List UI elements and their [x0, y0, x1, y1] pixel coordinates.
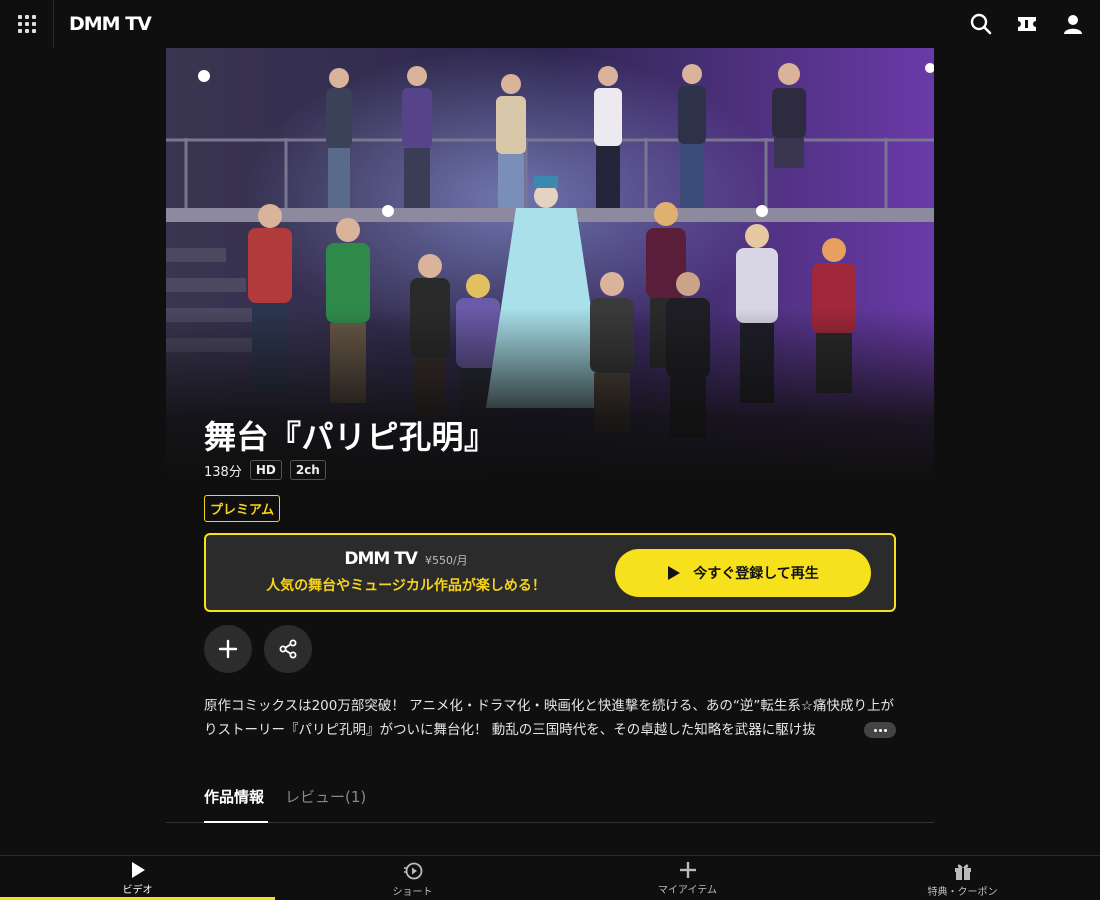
nav-short-label: ショート	[392, 887, 433, 898]
tab-work-info[interactable]: 作品情報	[204, 786, 264, 807]
content-tabs: 作品情報 レビュー(1)	[166, 782, 934, 823]
plus-icon	[679, 862, 696, 878]
page-title: 舞台『パリピ孔明』	[204, 418, 497, 456]
nav-short[interactable]: ショート	[275, 856, 550, 900]
more-dots-icon	[873, 728, 877, 732]
audio-badge: 2ch	[289, 460, 326, 480]
tab-reviews[interactable]: レビュー(1)	[285, 786, 366, 807]
nav-video[interactable]: ビデオ	[0, 856, 275, 900]
hd-badge: HD	[249, 460, 282, 480]
subscribe-play-label: 今すぐ登録して再生	[693, 566, 819, 582]
work-meta: 138分 HD 2ch	[204, 460, 326, 480]
play-icon	[131, 862, 145, 878]
gift-icon	[954, 864, 971, 880]
duration: 138分	[204, 464, 242, 480]
nav-coupon[interactable]: 特典・クーポン	[825, 856, 1100, 900]
grid-menu-button[interactable]	[0, 0, 54, 48]
share-icon	[279, 639, 297, 659]
search-icon[interactable]	[968, 11, 994, 37]
promo-logo: DMM TV	[344, 549, 418, 569]
description: 原作コミックスは200万部突破！ アニメ化・ドラマ化・映画化と快進撃を続ける、あ…	[204, 698, 894, 738]
dmm-tv-logo[interactable]: DMM TV	[69, 13, 152, 35]
more-button[interactable]	[864, 722, 896, 738]
nav-my-items-label: マイアイテム	[658, 885, 717, 896]
promo-text: 人気の舞台やミュージカル作品が楽しめる！	[266, 578, 546, 594]
tab-active-indicator	[204, 821, 268, 823]
nav-my-items[interactable]: マイアイテム	[550, 856, 825, 900]
top-bar: DMM TV	[0, 0, 1100, 48]
bottom-nav: ビデオ ショート マイアイテム 特典・クーポン	[0, 855, 1100, 900]
nav-coupon-label: 特典・クーポン	[927, 887, 998, 898]
share-button[interactable]	[264, 625, 312, 673]
ticket-icon[interactable]	[1014, 11, 1040, 37]
plus-icon	[218, 639, 238, 659]
promo-price: ¥550/月	[424, 554, 468, 567]
grid-menu-icon	[17, 15, 36, 33]
short-video-icon	[403, 862, 422, 880]
add-to-list-button[interactable]	[204, 625, 252, 673]
subscribe-play-button[interactable]: 今すぐ登録して再生	[615, 549, 871, 597]
play-icon	[668, 566, 681, 580]
subscription-promo: DMM TV ¥550/月 人気の舞台やミュージカル作品が楽しめる！ 今すぐ登録…	[204, 533, 896, 612]
premium-badge: プレミアム	[204, 495, 281, 522]
user-icon[interactable]	[1060, 11, 1086, 37]
nav-video-label: ビデオ	[122, 885, 153, 896]
